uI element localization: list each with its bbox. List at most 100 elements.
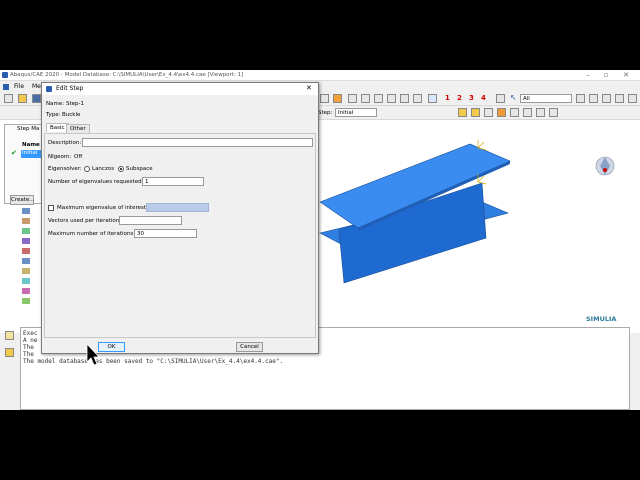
type-value: Buckle: [62, 112, 81, 118]
triad-compass-icon: [595, 156, 615, 176]
filter-icon-2[interactable]: [589, 94, 598, 103]
open-folder-icon[interactable]: [18, 94, 27, 103]
tree-node-icon[interactable]: [22, 228, 30, 234]
name-label: Name:: [46, 101, 65, 107]
close-icon[interactable]: ✕: [620, 71, 632, 79]
nlgeom-value: Off: [74, 154, 83, 160]
step-manager: Step Ma Name ✔ Initial Create...: [4, 124, 44, 205]
i-beam-model: SIMULIA: [319, 140, 616, 323]
menu-model[interactable]: Me: [32, 83, 41, 90]
axis-icon-4[interactable]: [387, 94, 396, 103]
app-icon: [2, 72, 8, 78]
model-tree-panel: Step Ma Name ✔ Initial Create...: [0, 120, 46, 333]
description-input[interactable]: [82, 138, 313, 147]
render-icon-2[interactable]: [471, 108, 480, 117]
dialog-title-bar: Edit Step ✕: [42, 83, 318, 95]
dialog-close-icon[interactable]: ✕: [306, 84, 312, 92]
title-bar: Abaqus/CAE 2020 - Model Database: C:\SIM…: [0, 70, 640, 81]
axis-icon-2[interactable]: [361, 94, 370, 103]
step-initial-item[interactable]: Initial: [21, 150, 43, 158]
view-icon-1[interactable]: [320, 94, 329, 103]
kernel-cli-icon[interactable]: [5, 348, 14, 357]
save-icon[interactable]: [32, 94, 41, 103]
eigensolver-label: Eigensolver:: [48, 166, 82, 172]
vectors-per-iteration-label: Vectors used per iteration:: [48, 218, 122, 224]
filter-icon-5[interactable]: [628, 94, 637, 103]
subspace-label: Subspace: [126, 166, 153, 172]
render-icon-3[interactable]: [484, 108, 493, 117]
description-label: Description:: [48, 140, 82, 146]
window-title: Abaqus/CAE 2020 - Model Database: C:\SIM…: [10, 72, 244, 78]
num-eigenvalues-input[interactable]: 1: [142, 177, 204, 186]
select-arrow-icon[interactable]: ↖: [510, 93, 519, 102]
tree-node-icon[interactable]: [22, 258, 30, 264]
filter-icon-1[interactable]: [576, 94, 585, 103]
nlgeom-label: Nlgeom:: [48, 154, 72, 160]
dialog-icon: [46, 86, 52, 92]
axis-icon-1[interactable]: [348, 94, 357, 103]
iso-view-icon[interactable]: [428, 94, 437, 103]
axis-icon-5[interactable]: [400, 94, 409, 103]
message-tab-icon[interactable]: [5, 331, 14, 340]
render-icon-4[interactable]: [497, 108, 506, 117]
lanczos-radio[interactable]: [84, 166, 90, 172]
tree-node-icon[interactable]: [22, 208, 30, 214]
new-file-icon[interactable]: [4, 94, 13, 103]
view-4-button[interactable]: 4: [481, 94, 486, 102]
tree-node-icon[interactable]: [22, 268, 30, 274]
filter-select[interactable]: All: [520, 94, 572, 103]
view-3-button[interactable]: 3: [469, 94, 474, 102]
tree-node-icon[interactable]: [22, 248, 30, 254]
max-iterations-label: Maximum number of iterations:: [48, 231, 136, 237]
pan-icon[interactable]: [496, 94, 505, 103]
message-line: A ne: [23, 337, 38, 344]
tree-node-icon[interactable]: [22, 218, 30, 224]
tree-node-icon[interactable]: [22, 278, 30, 284]
filter-icon-3[interactable]: [602, 94, 611, 103]
render-icon-1[interactable]: [458, 108, 467, 117]
mesh-icon-1[interactable]: [536, 108, 545, 117]
view-2-button[interactable]: 2: [457, 94, 462, 102]
box-icon[interactable]: [333, 94, 342, 103]
menu-file[interactable]: File: [14, 83, 24, 90]
max-eigenvalue-input[interactable]: [146, 203, 209, 212]
type-label: Type:: [46, 112, 61, 118]
axis-icon-3[interactable]: [374, 94, 383, 103]
message-line: The: [23, 351, 38, 358]
check-icon: ✔: [11, 149, 17, 157]
filter-icon-4[interactable]: [615, 94, 624, 103]
max-eigenvalue-checkbox[interactable]: [48, 205, 54, 211]
step-select[interactable]: Initial: [335, 108, 377, 117]
tree-node-icon[interactable]: [22, 238, 30, 244]
message-line: Exec: [23, 330, 38, 337]
name-column-header: Name: [22, 142, 40, 148]
ok-button[interactable]: OK: [98, 342, 125, 352]
radio-dot: [120, 168, 122, 170]
vectors-per-iteration-input[interactable]: [119, 216, 182, 225]
edit-step-dialog: Edit Step ✕ Name: Step-1 Type: Buckle Ba…: [41, 82, 319, 354]
num-eigenvalues-label: Number of eigenvalues requested:: [48, 179, 144, 185]
abaqus-window: Abaqus/CAE 2020 - Model Database: C:\SIM…: [0, 70, 640, 410]
cancel-button[interactable]: Cancel: [236, 342, 263, 352]
name-value: Step-1: [66, 101, 85, 107]
tab-other[interactable]: Other: [66, 124, 90, 133]
undo-view-icon[interactable]: [510, 108, 519, 117]
viewport[interactable]: SIMULIA: [318, 120, 640, 333]
model-tree: [22, 204, 42, 330]
step-manager-title: Step Ma: [17, 126, 40, 132]
axis-icon-6[interactable]: [413, 94, 422, 103]
minimize-icon[interactable]: –: [582, 71, 594, 79]
subspace-radio[interactable]: [118, 166, 124, 172]
mouse-cursor-icon: [86, 343, 100, 366]
dialog-title: Edit Step: [56, 85, 84, 92]
menu-app-icon: [3, 84, 9, 90]
mesh-icon-2[interactable]: [549, 108, 558, 117]
max-iterations-input[interactable]: 30: [134, 229, 197, 238]
view-1-button[interactable]: 1: [445, 94, 450, 102]
redo-view-icon[interactable]: [523, 108, 532, 117]
message-line: The: [23, 344, 38, 351]
tree-node-icon[interactable]: [22, 288, 30, 294]
maximize-icon[interactable]: ▫: [600, 71, 612, 79]
tree-node-icon[interactable]: [22, 298, 30, 304]
simulia-logo: SIMULIA: [586, 315, 616, 323]
